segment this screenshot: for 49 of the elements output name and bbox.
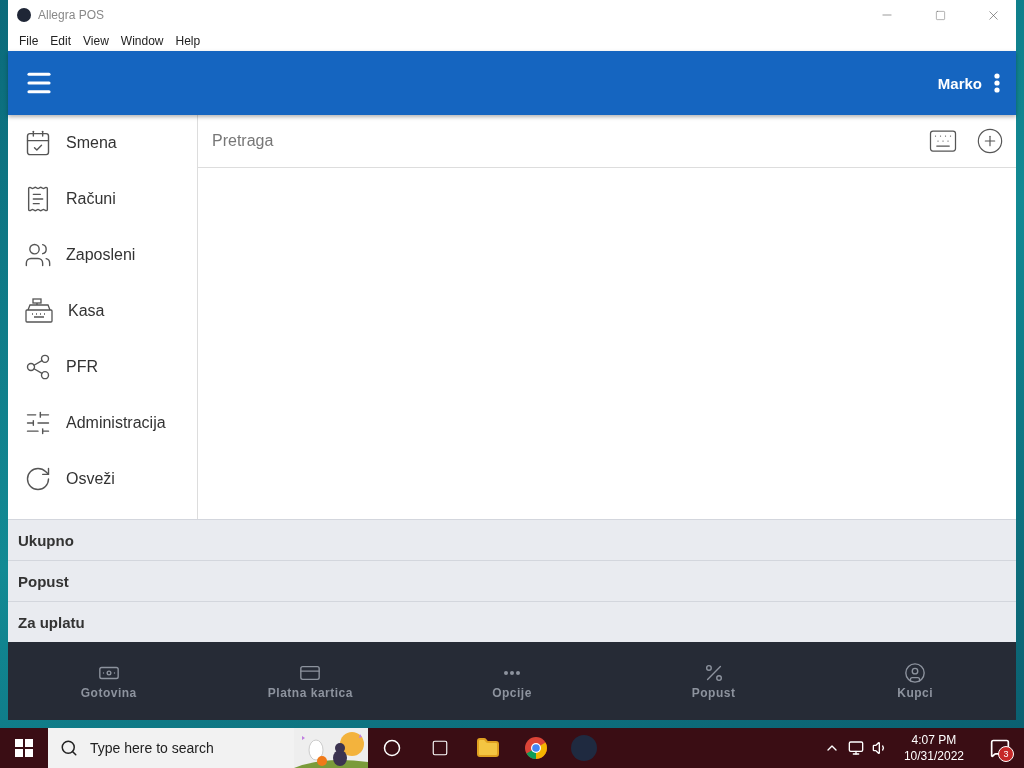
task-view-icon bbox=[431, 739, 449, 757]
more-icon bbox=[504, 671, 520, 675]
sidebar-item[interactable]: Osveži bbox=[8, 451, 197, 507]
folder-icon bbox=[476, 736, 500, 760]
clock[interactable]: 4:07 PM 10/31/2022 bbox=[903, 732, 964, 764]
network-icon bbox=[24, 353, 52, 381]
sidebar-item[interactable]: PFR bbox=[8, 339, 197, 395]
cash-register-icon bbox=[24, 298, 54, 324]
notifications-button[interactable]: 3 bbox=[980, 728, 1020, 768]
search-icon bbox=[60, 739, 78, 757]
more-vertical-icon bbox=[994, 73, 1000, 93]
total-row: Popust bbox=[8, 560, 1016, 601]
window-title: Allegra POS bbox=[38, 8, 106, 22]
app-logo-icon bbox=[17, 8, 31, 22]
calendar-check-icon bbox=[24, 129, 52, 157]
add-button[interactable] bbox=[976, 127, 1004, 155]
taskbar-search-box[interactable]: Type here to search bbox=[48, 728, 368, 768]
payment-action-button[interactable]: Platna kartica bbox=[209, 642, 412, 720]
payment-action-button[interactable]: Gotovina bbox=[8, 642, 210, 720]
sidebar-item[interactable]: Kasa bbox=[8, 283, 197, 339]
windows-logo-icon bbox=[15, 739, 33, 757]
refresh-icon bbox=[24, 465, 52, 493]
user-icon bbox=[904, 662, 927, 684]
menu-item[interactable]: View bbox=[77, 33, 115, 48]
taskbar-search-field[interactable]: Type here to search bbox=[88, 739, 284, 757]
sidebar-item[interactable]: Računi bbox=[8, 171, 197, 227]
more-button[interactable] bbox=[994, 73, 1000, 93]
network-icon[interactable] bbox=[847, 740, 864, 756]
message-icon bbox=[990, 738, 1010, 758]
notification-count: 3 bbox=[998, 746, 1014, 762]
payment-action-button[interactable]: Popust bbox=[612, 642, 815, 720]
browser-icon bbox=[524, 736, 548, 760]
sliders-icon bbox=[24, 409, 52, 437]
payment-action-button[interactable]: Opcije bbox=[411, 642, 613, 720]
total-row: Ukupno bbox=[8, 519, 1016, 560]
user-name: Marko bbox=[937, 74, 982, 92]
app-logo-icon bbox=[571, 735, 597, 761]
payment-action-button[interactable]: Kupci bbox=[814, 642, 1016, 720]
circle-icon bbox=[383, 739, 401, 757]
sidebar-item[interactable]: Zaposleni bbox=[8, 227, 197, 283]
menu-item[interactable]: Help bbox=[169, 33, 207, 48]
people-icon bbox=[24, 241, 52, 269]
maximize-icon bbox=[934, 9, 946, 21]
sidebar-item[interactable]: Smena bbox=[8, 115, 197, 171]
menu-item[interactable]: Edit bbox=[44, 33, 78, 48]
add-icon bbox=[976, 127, 1004, 155]
menu-item[interactable]: Window bbox=[114, 33, 170, 48]
sidebar-item[interactable]: Administracija bbox=[8, 395, 197, 451]
menu-item[interactable]: File bbox=[13, 33, 45, 48]
